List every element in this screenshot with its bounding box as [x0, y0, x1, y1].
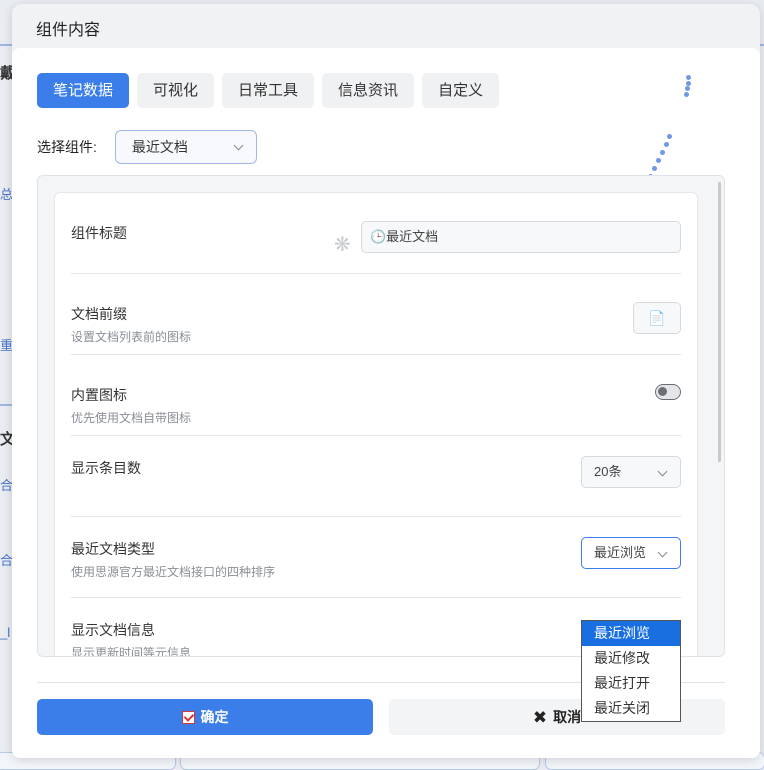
bg-text: _l	[0, 625, 11, 640]
setting-title: 显示条目数	[71, 460, 141, 476]
checkbox-icon	[181, 711, 195, 724]
confirm-button[interactable]: 确定	[37, 699, 373, 735]
setting-builtin-icon: 内置图标 优先使用文档自带图标	[71, 355, 681, 436]
tab-custom[interactable]: 自定义	[422, 73, 500, 108]
item-count-value: 20条	[594, 464, 622, 479]
tab-notes-data[interactable]: 笔记数据	[37, 73, 130, 108]
recent-type-value: 最近浏览	[594, 545, 647, 560]
widget-selector-label: 选择组件:	[37, 139, 97, 155]
tab-daily-tools[interactable]: 日常工具	[222, 73, 315, 108]
setting-doc-prefix: 文档前缀 设置文档列表前的图标 📄	[71, 274, 681, 355]
document-icon: 📄	[648, 310, 666, 326]
setting-recent-type: 最近文档类型 使用思源官方最近文档接口的四种排序 最近浏览	[71, 517, 681, 598]
setting-title: 文档前缀	[71, 306, 127, 322]
recent-type-dropdown: 最近浏览 最近修改 最近打开 最近关闭	[581, 620, 681, 722]
close-icon: ✖	[532, 708, 548, 727]
dropdown-option[interactable]: 最近打开	[582, 671, 680, 696]
chevron-down-icon	[657, 466, 668, 477]
dialog-body: 笔记数据 可视化 日常工具 信息资讯 自定义 选择组件: 最近文档 组件标题 🕒…	[12, 48, 760, 758]
tab-visualization[interactable]: 可视化	[137, 73, 215, 108]
setting-description: 设置文档列表前的图标	[71, 330, 192, 344]
settings-panel: 组件标题 🕒最近文档 文档前缀 设置文档列表前的图标 📄 内置图标 优先使用文档…	[37, 175, 725, 657]
chevron-down-icon	[657, 547, 668, 558]
setting-title: 内置图标	[71, 387, 127, 403]
builtin-icon-toggle[interactable]	[655, 384, 681, 400]
setting-title: 显示文档信息	[71, 622, 155, 638]
widget-select-value: 最近文档	[131, 139, 188, 155]
setting-title: 组件标题	[71, 225, 127, 241]
setting-description: 使用思源官方最近文档接口的四种排序	[71, 565, 276, 579]
chevron-down-icon	[233, 140, 244, 151]
widget-content-dialog: 组件内容 笔记数据 可视化 日常工具 信息资讯 自定义 选择组件: 最近文档 组…	[12, 4, 760, 758]
sparkle-icon: ❋	[334, 234, 351, 256]
confirm-label: 确定	[200, 709, 229, 725]
cancel-label: 取消	[553, 709, 582, 725]
tab-news[interactable]: 信息资讯	[322, 73, 415, 108]
recent-type-select[interactable]: 最近浏览	[581, 537, 681, 569]
widget-select[interactable]: 最近文档	[114, 130, 257, 164]
scrollbar[interactable]	[718, 182, 721, 462]
dropdown-option[interactable]: 最近关闭	[582, 696, 680, 721]
widget-selector-row: 选择组件: 最近文档	[37, 130, 257, 164]
category-tabs: 笔记数据 可视化 日常工具 信息资讯 自定义	[37, 73, 500, 108]
dialog-title: 组件内容	[36, 22, 101, 39]
dropdown-option[interactable]: 最近修改	[582, 646, 680, 671]
toggle-knob	[658, 387, 667, 396]
bg-divider	[0, 404, 12, 406]
setting-widget-title: 组件标题 🕒最近文档	[71, 193, 681, 274]
dropdown-option[interactable]: 最近浏览	[582, 621, 680, 646]
setting-description: 优先使用文档自带图标	[71, 411, 192, 425]
item-count-select[interactable]: 20条	[581, 456, 681, 488]
settings-list: 组件标题 🕒最近文档 文档前缀 设置文档列表前的图标 📄 内置图标 优先使用文档…	[54, 192, 698, 657]
widget-title-input[interactable]: 🕒最近文档	[361, 221, 681, 253]
doc-prefix-icon-button[interactable]: 📄	[633, 302, 681, 334]
setting-description: 显示更新时间等元信息	[71, 646, 192, 657]
setting-item-count: 显示条目数 20条	[71, 436, 681, 517]
setting-title: 最近文档类型	[71, 541, 155, 557]
